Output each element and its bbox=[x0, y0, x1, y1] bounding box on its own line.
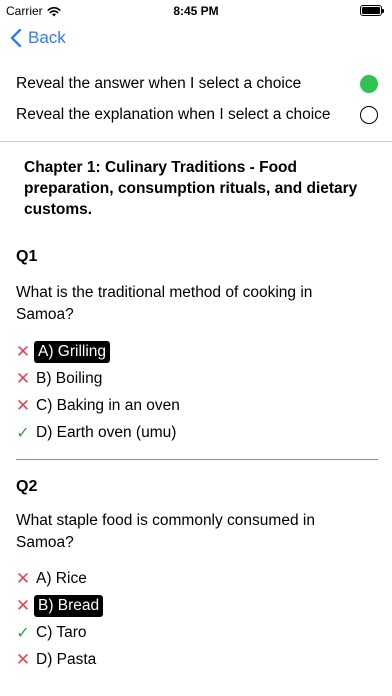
cross-icon: ✕ bbox=[15, 649, 31, 669]
status-bar: Carrier 8:45 PM bbox=[0, 0, 392, 22]
question-text: What is the traditional method of cookin… bbox=[16, 284, 313, 323]
cross-icon: ✕ bbox=[15, 595, 31, 615]
checkmark-icon: ✓ bbox=[16, 624, 30, 642]
chapter-title: Chapter 1: Culinary Traditions - Food pr… bbox=[24, 159, 358, 218]
reveal-answer-toggle[interactable] bbox=[360, 75, 378, 93]
back-button[interactable]: Back bbox=[10, 28, 66, 48]
question-number: Q1 bbox=[16, 248, 38, 265]
reveal-answer-row[interactable]: Reveal the answer when I select a choice bbox=[16, 75, 378, 93]
choice-option[interactable]: ✓ C) Taro bbox=[16, 619, 103, 646]
settings-divider bbox=[0, 141, 392, 142]
choice-option[interactable]: ✕ A) Rice bbox=[16, 565, 103, 592]
cross-icon: ✕ bbox=[15, 368, 31, 388]
choice-label: D) Earth oven (umu) bbox=[36, 423, 177, 441]
choice-list: ✕ A) Rice ✕ B) Bread ✓ C) Taro ✕ D) Past… bbox=[15, 565, 104, 673]
choice-option[interactable]: ✕ B) Boiling bbox=[16, 365, 182, 392]
choice-label: D) Pasta bbox=[36, 650, 97, 668]
choice-label: A) Grilling bbox=[34, 340, 111, 363]
question-text: What staple food is commonly consumed in… bbox=[16, 512, 315, 551]
choice-label: A) Rice bbox=[36, 569, 87, 587]
reveal-answer-label: Reveal the answer when I select a choice bbox=[16, 75, 302, 92]
status-time: 8:45 PM bbox=[173, 4, 219, 18]
choice-list: ✕ A) Grilling ✕ B) Boiling ✕ C) Baking i… bbox=[16, 338, 182, 446]
question-number: Q2 bbox=[16, 478, 38, 495]
chevron-left-icon bbox=[10, 28, 22, 48]
choice-label: C) Baking in an oven bbox=[36, 396, 180, 414]
reveal-explanation-toggle[interactable] bbox=[360, 106, 378, 124]
choice-label: B) Bread bbox=[34, 594, 104, 617]
choice-option[interactable]: ✕ D) Pasta bbox=[16, 646, 103, 673]
choice-option[interactable]: ✓ D) Earth oven (umu) bbox=[16, 419, 182, 446]
choice-option[interactable]: ✕ C) Baking in an oven bbox=[16, 392, 182, 419]
checkmark-icon: ✓ bbox=[16, 424, 30, 442]
choice-label: C) Taro bbox=[36, 623, 87, 641]
battery-icon bbox=[360, 5, 384, 16]
choice-option[interactable]: ✕ B) Bread bbox=[15, 592, 104, 619]
choice-option[interactable]: ✕ A) Grilling bbox=[16, 338, 182, 365]
reveal-explanation-row[interactable]: Reveal the explanation when I select a c… bbox=[16, 106, 378, 124]
reveal-explanation-label: Reveal the explanation when I select a c… bbox=[16, 106, 331, 123]
choice-label: B) Boiling bbox=[36, 369, 103, 387]
cross-icon: ✕ bbox=[15, 568, 31, 588]
cross-icon: ✕ bbox=[15, 395, 31, 415]
question-divider bbox=[16, 459, 378, 460]
cross-icon: ✕ bbox=[15, 341, 31, 361]
back-label: Back bbox=[28, 28, 66, 47]
